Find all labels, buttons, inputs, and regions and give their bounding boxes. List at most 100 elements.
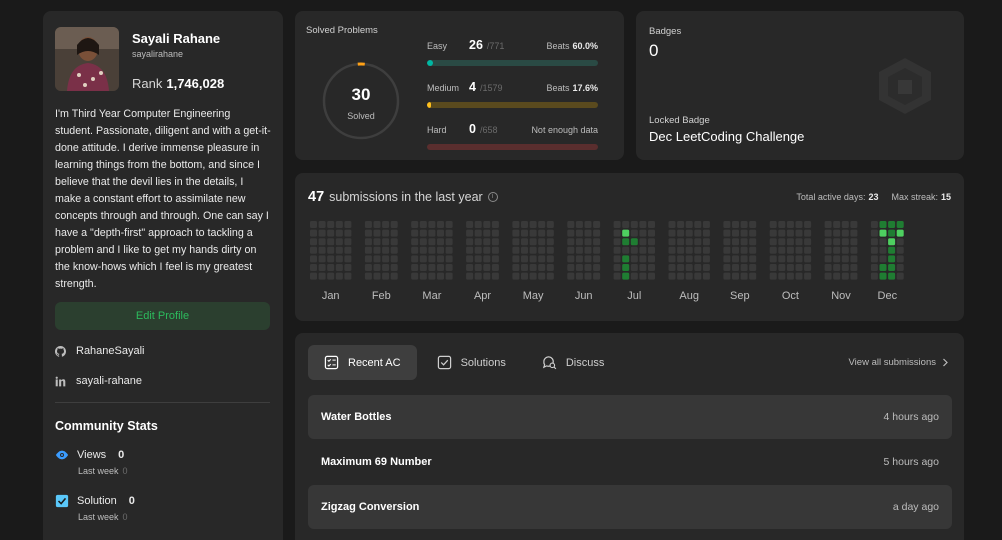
heatmap-cell[interactable] [529, 229, 537, 237]
heatmap-cell[interactable] [648, 221, 655, 228]
heatmap-cell[interactable] [327, 238, 335, 246]
heatmap-cell[interactable] [694, 246, 702, 254]
heatmap-cell[interactable] [841, 246, 849, 254]
heatmap-cell[interactable] [648, 272, 655, 280]
heatmap-cell[interactable] [630, 221, 638, 228]
heatmap-cell[interactable] [888, 246, 896, 254]
heatmap-cell[interactable] [335, 255, 343, 263]
heatmap-cell[interactable] [335, 272, 343, 280]
heatmap-cell[interactable] [310, 229, 317, 237]
heatmap-cell[interactable] [327, 264, 335, 271]
heatmap-cell[interactable] [648, 229, 655, 237]
heatmap-cell[interactable] [529, 246, 537, 254]
heatmap-cell[interactable] [483, 229, 491, 237]
heatmap-cell[interactable] [841, 264, 849, 271]
heatmap-cell[interactable] [694, 238, 702, 246]
heatmap-cell[interactable] [428, 255, 436, 263]
heatmap-cell[interactable] [512, 255, 520, 263]
heatmap-cell[interactable] [474, 246, 482, 254]
heatmap-cell[interactable] [824, 246, 832, 254]
heatmap-cell[interactable] [778, 272, 786, 280]
heatmap-cell[interactable] [778, 238, 786, 246]
heatmap-cell[interactable] [521, 255, 528, 263]
heatmap-cell[interactable] [888, 221, 896, 228]
heatmap-cell[interactable] [833, 229, 841, 237]
heatmap-cell[interactable] [870, 264, 878, 271]
heatmap-cell[interactable] [419, 229, 427, 237]
heatmap-cell[interactable] [804, 221, 812, 228]
heatmap-cell[interactable] [694, 264, 702, 271]
heatmap-cell[interactable] [630, 229, 638, 237]
heatmap-cell[interactable] [833, 246, 841, 254]
heatmap-cell[interactable] [723, 246, 731, 254]
heatmap-cell[interactable] [521, 272, 528, 280]
heatmap-cell[interactable] [740, 221, 748, 228]
heatmap-cell[interactable] [529, 264, 537, 271]
heatmap-cell[interactable] [786, 221, 794, 228]
heatmap-cell[interactable] [833, 238, 841, 246]
heatmap-cell[interactable] [824, 229, 832, 237]
heatmap-cell[interactable] [373, 264, 381, 271]
heatmap-cell[interactable] [466, 238, 474, 246]
heatmap-cell[interactable] [685, 238, 693, 246]
heatmap-cell[interactable] [419, 221, 427, 228]
heatmap-cell[interactable] [521, 221, 528, 228]
heatmap-cell[interactable] [411, 246, 419, 254]
heatmap-cell[interactable] [677, 221, 685, 228]
heatmap-cell[interactable] [575, 238, 583, 246]
heatmap-cell[interactable] [310, 264, 317, 271]
heatmap-cell[interactable] [310, 221, 317, 228]
heatmap-cell[interactable] [740, 229, 748, 237]
heatmap-cell[interactable] [344, 221, 352, 228]
heatmap-cell[interactable] [437, 238, 444, 246]
heatmap-cell[interactable] [364, 221, 372, 228]
heatmap-cell[interactable] [630, 246, 638, 254]
info-icon[interactable]: i [487, 192, 498, 202]
heatmap-cell[interactable] [850, 264, 858, 271]
heatmap-cell[interactable] [411, 238, 419, 246]
heatmap-cell[interactable] [749, 255, 757, 263]
heatmap-cell[interactable] [677, 229, 685, 237]
avatar[interactable] [55, 27, 119, 91]
edit-profile-button[interactable]: Edit Profile [55, 302, 270, 330]
heatmap-cell[interactable] [723, 238, 731, 246]
heatmap-cell[interactable] [702, 221, 710, 228]
heatmap-cell[interactable] [575, 246, 583, 254]
heatmap-cell[interactable] [639, 246, 647, 254]
heatmap-cell[interactable] [567, 255, 575, 263]
heatmap-cell[interactable] [769, 255, 777, 263]
heatmap-cell[interactable] [648, 238, 655, 246]
heatmap-cell[interactable] [677, 238, 685, 246]
heatmap-cell[interactable] [786, 238, 794, 246]
heatmap-cell[interactable] [364, 238, 372, 246]
heatmap-cell[interactable] [335, 221, 343, 228]
heatmap-cell[interactable] [896, 272, 904, 280]
heatmap-cell[interactable] [850, 246, 858, 254]
heatmap-cell[interactable] [896, 238, 904, 246]
heatmap-cell[interactable] [491, 229, 499, 237]
heatmap-cell[interactable] [732, 272, 739, 280]
heatmap-cell[interactable] [483, 272, 491, 280]
heatmap-cell[interactable] [584, 255, 592, 263]
heatmap-cell[interactable] [824, 255, 832, 263]
heatmap-cell[interactable] [575, 272, 583, 280]
heatmap-cell[interactable] [373, 246, 381, 254]
heatmap-cell[interactable] [888, 264, 896, 271]
heatmap-cell[interactable] [382, 221, 390, 228]
heatmap-cell[interactable] [879, 272, 887, 280]
heatmap-cell[interactable] [445, 264, 453, 271]
view-all-submissions-link[interactable]: View all submissions [849, 357, 949, 368]
heatmap-cell[interactable] [546, 238, 554, 246]
heatmap-cell[interactable] [668, 238, 676, 246]
heatmap-cell[interactable] [879, 221, 887, 228]
heatmap-cell[interactable] [390, 229, 398, 237]
heatmap-cell[interactable] [546, 264, 554, 271]
heatmap-cell[interactable] [474, 221, 482, 228]
heatmap-cell[interactable] [483, 238, 491, 246]
heatmap-cell[interactable] [702, 238, 710, 246]
heatmap-cell[interactable] [769, 238, 777, 246]
heatmap-cell[interactable] [567, 221, 575, 228]
github-link[interactable]: RahaneSayali [55, 345, 145, 357]
heatmap-cell[interactable] [364, 272, 372, 280]
heatmap-cell[interactable] [584, 238, 592, 246]
